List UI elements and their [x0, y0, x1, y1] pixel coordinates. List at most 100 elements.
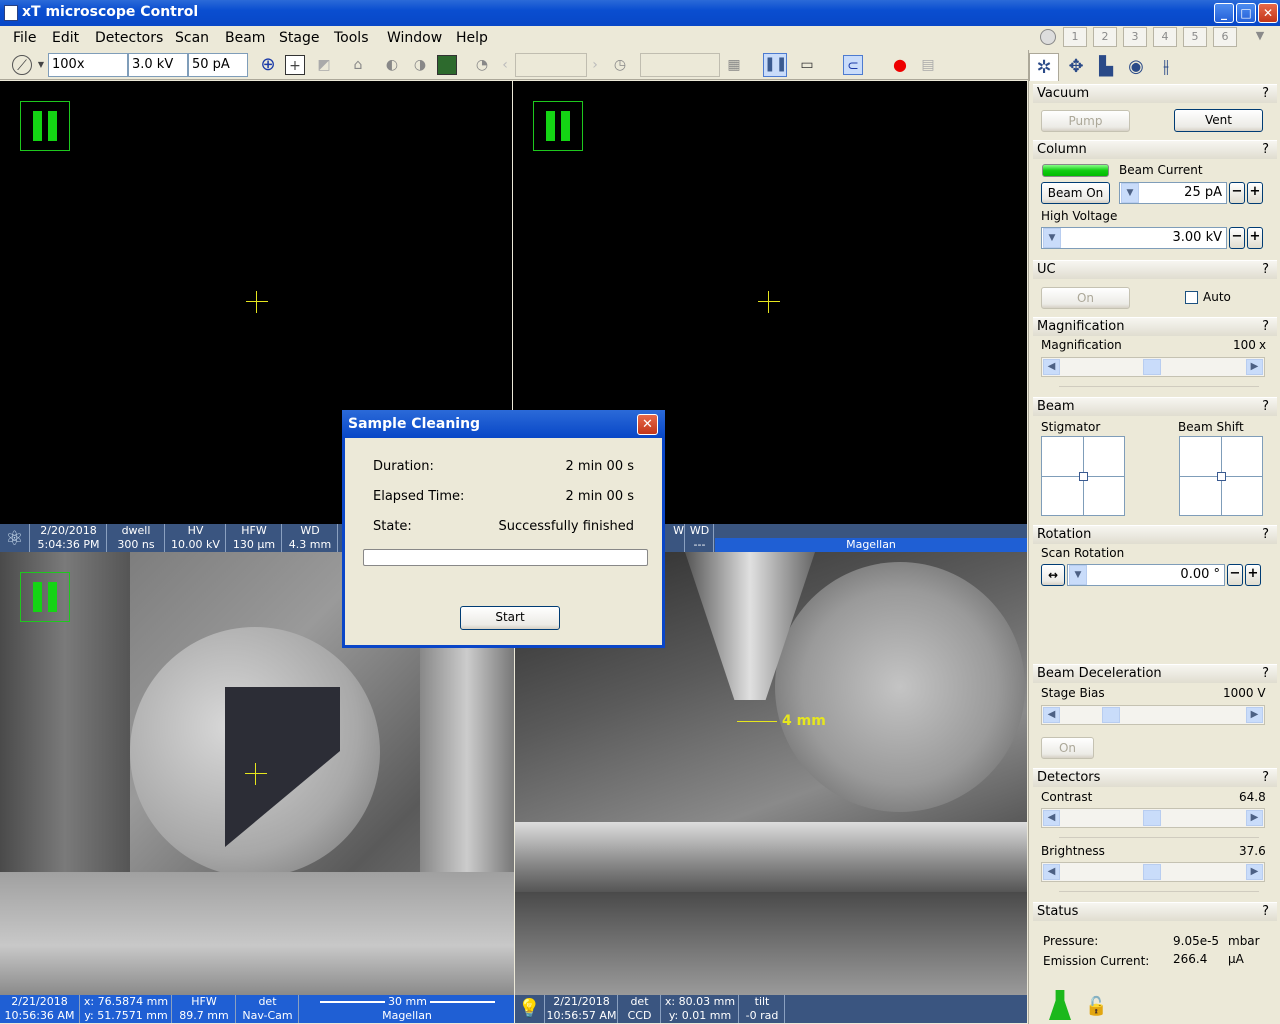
timer-icon[interactable]: ◷ — [610, 55, 630, 75]
chevron-down-icon[interactable]: ▼ — [1043, 228, 1061, 248]
minimize-button[interactable]: _ — [1214, 3, 1234, 23]
chevron-left-icon[interactable]: ◀ — [1043, 707, 1060, 723]
help-icon[interactable]: ? — [1262, 399, 1269, 414]
magnification-field[interactable]: 100x — [48, 53, 128, 77]
high-voltage-minus[interactable]: − — [1229, 227, 1245, 249]
chevron-right-icon[interactable]: ▶ — [1246, 359, 1263, 375]
chevron-left-icon[interactable]: ◀ — [1043, 864, 1060, 880]
menu-file[interactable]: File — [13, 30, 36, 46]
voltage-field[interactable]: 3.0 kV — [128, 53, 188, 77]
tab-4[interactable]: 4 — [1153, 27, 1177, 47]
compass-icon[interactable]: ⟋ — [12, 55, 32, 75]
pad-handle[interactable] — [1217, 472, 1226, 481]
beam-tab-icon[interactable]: ✲ — [1029, 53, 1059, 81]
beam-current-minus[interactable]: − — [1229, 182, 1245, 204]
chevron-down-icon[interactable]: ▼ — [36, 55, 46, 75]
help-icon[interactable]: ? — [1262, 904, 1269, 919]
stage-bias-slider[interactable]: ◀ ▶ — [1041, 705, 1265, 725]
help-icon[interactable]: ? — [1262, 262, 1269, 277]
high-voltage-plus[interactable]: + — [1247, 227, 1263, 249]
tab-2[interactable]: 2 — [1093, 27, 1117, 47]
slider-thumb[interactable] — [1143, 359, 1161, 375]
beam-current-plus[interactable]: + — [1247, 182, 1263, 204]
close-icon[interactable]: ✕ — [637, 414, 658, 435]
video-icon[interactable]: ▤ — [918, 55, 938, 75]
gauge-icon[interactable] — [1040, 29, 1056, 45]
chevron-right-icon[interactable]: ▶ — [1246, 810, 1263, 826]
menu-detectors[interactable]: Detectors — [95, 30, 163, 46]
tab-1[interactable]: 1 — [1063, 27, 1087, 47]
pause-icon[interactable]: ❚❚ — [763, 53, 787, 77]
tab-5[interactable]: 5 — [1183, 27, 1207, 47]
beam-on-button[interactable]: Beam On — [1041, 182, 1110, 204]
chevron-right-icon[interactable]: › — [590, 55, 600, 75]
chevron-left-icon[interactable]: ◀ — [1043, 359, 1060, 375]
slider-thumb[interactable] — [1102, 707, 1120, 723]
slider-thumb[interactable] — [1143, 810, 1161, 826]
help-icon[interactable]: ? — [1262, 142, 1269, 157]
reduce-area-icon[interactable]: ◩ — [314, 55, 334, 75]
crosshair-target-icon[interactable]: ⊕ — [258, 55, 278, 75]
pie-icon[interactable]: ◔ — [472, 55, 492, 75]
help-icon[interactable]: ? — [1262, 527, 1269, 542]
current-field[interactable]: 50 pA — [188, 53, 248, 77]
close-button[interactable]: ✕ — [1258, 3, 1278, 23]
disabled-field — [515, 53, 587, 77]
view-tab-icon[interactable]: ◉ — [1121, 53, 1151, 81]
help-icon[interactable]: ? — [1262, 86, 1269, 101]
contrast-icon[interactable]: ◐ — [382, 55, 402, 75]
menu-tools[interactable]: Tools — [334, 30, 369, 46]
settings-tab-icon[interactable]: ⫲ — [1151, 53, 1181, 81]
atom-icon[interactable]: ⚛ — [0, 524, 30, 552]
unlock-icon[interactable]: 🔓 — [1085, 996, 1107, 1017]
contrast-slider[interactable]: ◀ ▶ — [1041, 808, 1265, 828]
chevron-down-icon[interactable]: ▼ — [1121, 183, 1139, 203]
chevron-left-icon[interactable]: ‹ — [500, 55, 510, 75]
pad-handle[interactable] — [1079, 472, 1088, 481]
help-icon[interactable]: ? — [1262, 770, 1269, 785]
funnel-icon[interactable]: ⌂ — [348, 55, 368, 75]
stage-tab-icon[interactable]: ▙ — [1091, 53, 1121, 81]
help-icon[interactable]: ? — [1262, 666, 1269, 681]
image-icon[interactable] — [437, 55, 457, 75]
high-voltage-input[interactable]: 3.00 kV — [1041, 227, 1227, 249]
chevron-left-icon[interactable]: ◀ — [1043, 810, 1060, 826]
menu-beam[interactable]: Beam — [225, 30, 265, 46]
lens-icon[interactable]: ⊂ — [843, 55, 863, 75]
pump-button[interactable]: Pump — [1041, 110, 1130, 132]
auto-checkbox[interactable] — [1185, 291, 1198, 304]
vent-button[interactable]: Vent — [1174, 109, 1263, 132]
menu-scan[interactable]: Scan — [175, 30, 209, 46]
start-button[interactable]: Start — [460, 606, 560, 630]
menu-edit[interactable]: Edit — [52, 30, 79, 46]
arrows-horizontal-icon[interactable]: ↔ — [1041, 564, 1065, 586]
record-icon[interactable]: ● — [890, 55, 910, 75]
menu-help[interactable]: Help — [456, 30, 488, 46]
tab-6[interactable]: 6 — [1213, 27, 1237, 47]
chevron-right-icon[interactable]: ▶ — [1246, 864, 1263, 880]
magnification-slider[interactable]: ◀ ▶ — [1041, 357, 1265, 377]
center-icon[interactable]: + — [285, 55, 305, 75]
menu-window[interactable]: Window — [387, 30, 442, 46]
rotation-plus[interactable]: + — [1245, 564, 1261, 586]
deceleration-on-button[interactable]: On — [1041, 737, 1094, 759]
lamp-icon[interactable]: ◑ — [410, 55, 430, 75]
lightbulb-icon[interactable]: 💡 — [515, 995, 545, 1023]
brightness-slider[interactable]: ◀ ▶ — [1041, 862, 1265, 882]
scan-line-icon[interactable]: ▭ — [797, 55, 817, 75]
chevron-right-icon[interactable]: ▶ — [1246, 707, 1263, 723]
stigmator-pad[interactable] — [1041, 436, 1125, 516]
help-icon[interactable]: ? — [1262, 319, 1269, 334]
rotation-minus[interactable]: − — [1227, 564, 1243, 586]
tab-3[interactable]: 3 — [1123, 27, 1147, 47]
slider-thumb[interactable] — [1143, 864, 1161, 880]
beam-shift-pad[interactable] — [1179, 436, 1263, 516]
menu-stage[interactable]: Stage — [279, 30, 319, 46]
chevron-down-icon[interactable]: ▼ — [1069, 565, 1087, 585]
maximize-button[interactable]: □ — [1236, 3, 1256, 23]
uc-on-button[interactable]: On — [1041, 287, 1130, 309]
chevron-down-icon[interactable]: ▼ — [1248, 27, 1272, 47]
navigation-tab-icon[interactable]: ✥ — [1061, 53, 1091, 81]
camera-icon[interactable]: ▦ — [724, 55, 744, 75]
scan-rotation-input[interactable]: 0.00 ° — [1067, 564, 1225, 586]
